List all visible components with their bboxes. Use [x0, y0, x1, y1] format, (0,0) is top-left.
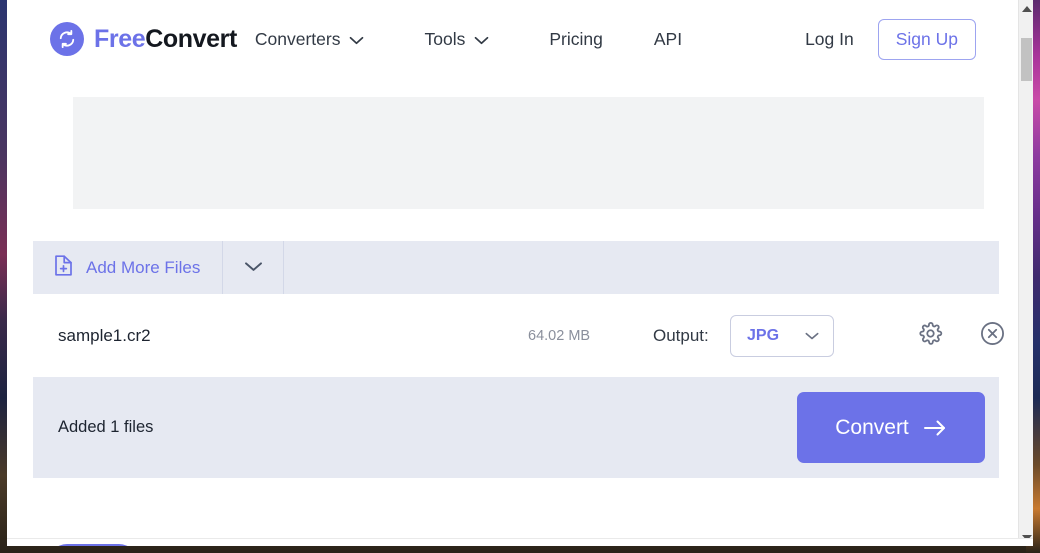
- chevron-down-icon: [244, 259, 263, 277]
- brand-logo-link[interactable]: FreeConvert: [50, 22, 237, 56]
- convert-button-label: Convert: [835, 416, 909, 440]
- output-format-value: JPG: [747, 327, 779, 345]
- brand-text-convert: Convert: [145, 25, 237, 53]
- nav-item-converters[interactable]: Converters: [255, 29, 365, 50]
- nav-item-pricing-label: Pricing: [549, 29, 603, 50]
- file-name: sample1.cr2: [58, 326, 151, 346]
- help-widget-button[interactable]: Help: [48, 544, 138, 546]
- file-row: sample1.cr2 64.02 MB Output: JPG: [33, 294, 999, 377]
- chevron-down-icon: [805, 327, 819, 345]
- navbar-account-actions: Log In Sign Up: [805, 19, 976, 60]
- site-navbar: FreeConvert Converters Tools: [7, 1, 1018, 77]
- output-format-select[interactable]: JPG: [730, 315, 834, 357]
- remove-file-button[interactable]: [977, 321, 1007, 351]
- browser-window-bottom-edge: [7, 538, 1033, 546]
- signup-button[interactable]: Sign Up: [878, 19, 976, 60]
- scrollbar-thumb[interactable]: [1021, 38, 1032, 81]
- file-size: 64.02 MB: [528, 328, 590, 344]
- convert-button[interactable]: Convert: [797, 392, 985, 463]
- brand-text-free: Free: [94, 25, 145, 53]
- file-plus-icon: [53, 254, 74, 282]
- nav-item-converters-label: Converters: [255, 29, 341, 50]
- add-more-files-dropdown-button[interactable]: [223, 241, 284, 294]
- converter-card: Add More Files sample1.cr2 64.02 MB: [33, 241, 999, 478]
- login-link[interactable]: Log In: [805, 29, 854, 50]
- output-format-label: Output:: [653, 326, 709, 346]
- added-files-status: Added 1 files: [58, 418, 153, 437]
- file-settings-button[interactable]: [915, 321, 945, 351]
- chevron-down-icon: [349, 29, 364, 50]
- brand-text: FreeConvert: [94, 25, 237, 54]
- ad-placeholder: [73, 97, 984, 209]
- page-body: Add More Files sample1.cr2 64.02 MB: [7, 77, 1018, 546]
- nav-item-api-label: API: [654, 29, 682, 50]
- converter-footer-bar: Added 1 files Convert: [33, 377, 999, 478]
- page-scrollbar[interactable]: [1018, 0, 1033, 546]
- nav-item-tools-label: Tools: [424, 29, 465, 50]
- chevron-down-icon: [474, 29, 489, 50]
- scrollbar-up-arrow[interactable]: [1019, 0, 1033, 17]
- page-viewport: FreeConvert Converters Tools: [7, 0, 1018, 546]
- nav-item-api[interactable]: API: [654, 29, 682, 50]
- add-more-files-button[interactable]: Add More Files: [33, 241, 223, 294]
- close-circle-icon: [979, 320, 1006, 352]
- nav-item-tools[interactable]: Tools: [424, 29, 489, 50]
- add-more-files-bar: Add More Files: [33, 241, 999, 294]
- arrow-right-icon: [923, 419, 947, 437]
- navbar-links: Converters Tools: [237, 29, 682, 50]
- sync-circle-icon: [50, 22, 84, 56]
- nav-item-pricing[interactable]: Pricing: [549, 29, 603, 50]
- browser-window: FreeConvert Converters Tools: [7, 0, 1033, 546]
- gear-icon: [918, 321, 943, 351]
- add-more-files-label: Add More Files: [86, 258, 200, 278]
